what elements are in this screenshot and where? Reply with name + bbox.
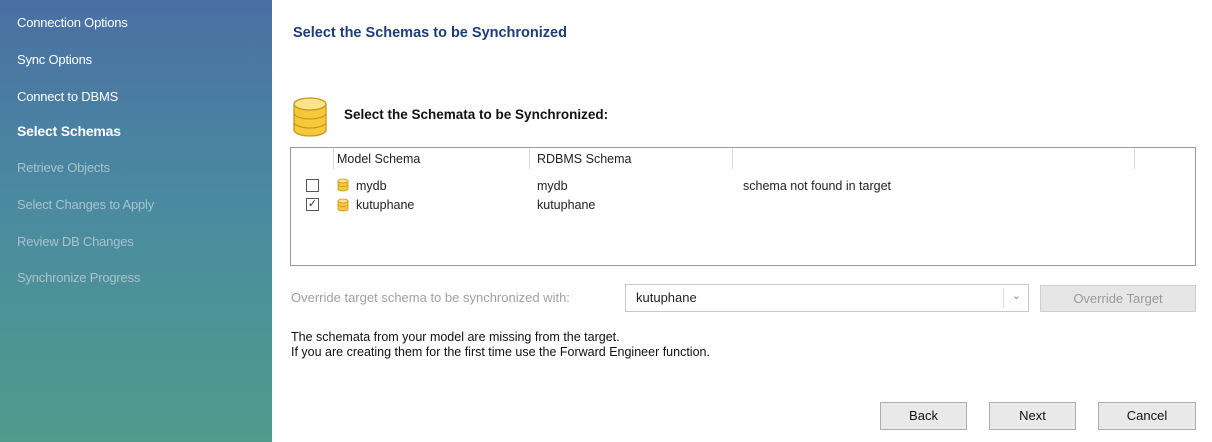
sidebar-item-retrieve-objects: Retrieve Objects: [17, 160, 110, 175]
sidebar-item-select-schemas: Select Schemas: [17, 123, 121, 139]
page-title: Select the Schemas to be Synchronized: [293, 25, 567, 41]
schema-table: Model Schema RDBMS Schema mydb mydb sche…: [290, 147, 1196, 266]
model-schema-cell: kutuphane: [356, 198, 415, 212]
section-title: Select the Schemata to be Synchronized:: [344, 107, 609, 122]
row-checkbox-kutuphane[interactable]: ✓: [306, 198, 319, 211]
override-schema-value: kutuphane: [636, 290, 697, 305]
info-line-1: The schemata from your model are missing…: [291, 330, 620, 344]
row-checkbox-mydb[interactable]: [306, 179, 319, 192]
sidebar-item-connection-options: Connection Options: [17, 15, 128, 30]
sidebar-item-synchronize-progress: Synchronize Progress: [17, 270, 141, 285]
combo-divider: [1003, 288, 1004, 308]
back-button[interactable]: Back: [880, 402, 967, 430]
next-button[interactable]: Next: [989, 402, 1076, 430]
status-cell: schema not found in target: [743, 179, 892, 193]
cancel-button[interactable]: Cancel: [1098, 402, 1196, 430]
info-line-2: If you are creating them for the first t…: [291, 345, 710, 359]
wizard-sidebar: Connection Options Sync Options Connect …: [0, 0, 272, 442]
sidebar-item-sync-options: Sync Options: [17, 52, 92, 67]
column-separator: [333, 148, 334, 169]
rdbms-schema-cell: mydb: [537, 179, 568, 193]
column-header-rdbms-schema[interactable]: RDBMS Schema: [537, 152, 631, 166]
database-icon: [337, 198, 349, 212]
override-target-button[interactable]: Override Target: [1040, 285, 1196, 312]
database-icon: [293, 97, 327, 137]
model-schema-cell: mydb: [356, 179, 387, 193]
sidebar-item-select-changes: Select Changes to Apply: [17, 197, 155, 212]
override-schema-select[interactable]: kutuphane ⌄: [625, 284, 1029, 312]
database-icon: [337, 178, 349, 192]
column-separator: [529, 148, 530, 169]
rdbms-schema-cell: kutuphane: [537, 198, 596, 212]
check-mark-icon: ✓: [307, 198, 318, 210]
chevron-down-icon[interactable]: ⌄: [1012, 289, 1021, 302]
sidebar-item-connect-to-dbms: Connect to DBMS: [17, 89, 119, 104]
column-header-model-schema[interactable]: Model Schema: [337, 152, 420, 166]
sidebar-item-review-db-changes: Review DB Changes: [17, 234, 134, 249]
column-separator: [1134, 148, 1135, 169]
column-separator: [732, 148, 733, 169]
override-label: Override target schema to be synchronize…: [291, 290, 570, 305]
